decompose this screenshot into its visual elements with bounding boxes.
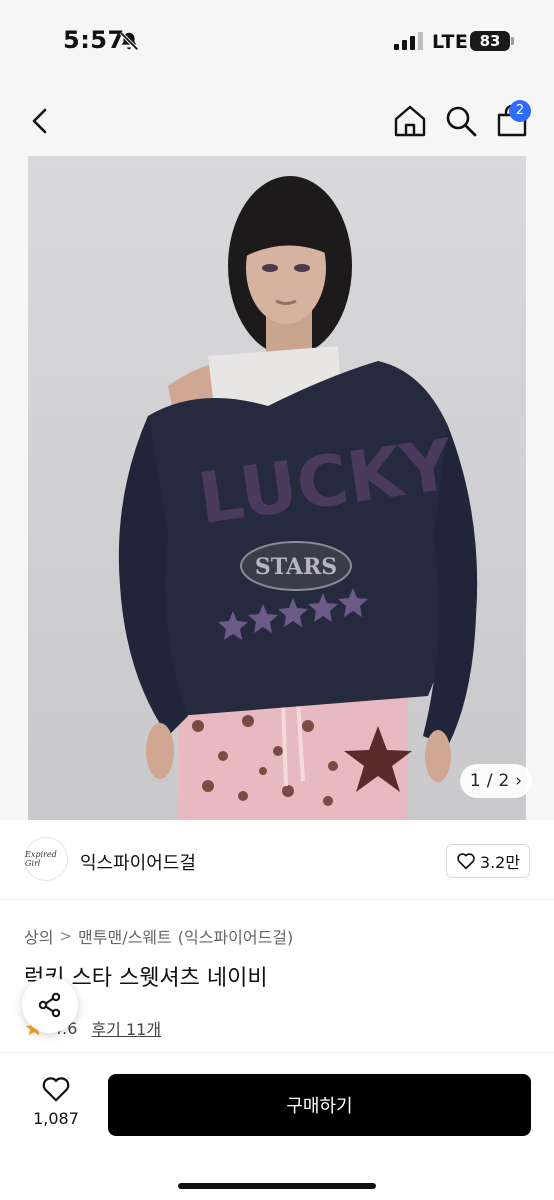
back-icon[interactable] — [26, 106, 54, 136]
chevron-right-icon: › — [515, 771, 523, 791]
network-type: LTE — [432, 31, 469, 53]
product-photo[interactable]: LUCKY STARS — [28, 156, 526, 820]
brand-row[interactable]: Expired Girl 익스파이어드걸 3.2만 — [0, 820, 554, 900]
chevron-right-icon: > — [59, 927, 73, 945]
brand-name[interactable]: 익스파이어드걸 — [80, 849, 196, 875]
brand-logo[interactable]: Expired Girl — [24, 837, 68, 881]
wishlist-count: 1,087 — [33, 1109, 79, 1128]
battery-tip — [511, 37, 514, 45]
breadcrumb-brand[interactable]: (익스파이어드걸) — [178, 924, 294, 948]
breadcrumb: 상의 > 맨투맨/스웨트 (익스파이어드걸) — [24, 924, 293, 948]
breadcrumb-category[interactable]: 상의 — [24, 924, 53, 948]
battery-level: 83 — [470, 31, 510, 51]
review-link[interactable]: 후기 11개 — [91, 1016, 161, 1040]
brand-like-button[interactable]: 3.2만 — [446, 844, 530, 878]
search-icon[interactable] — [444, 104, 478, 138]
breadcrumb-subcategory[interactable]: 맨투맨/스웨트 — [78, 924, 172, 948]
gallery-page-separator: / — [486, 771, 493, 791]
model-illustration: LUCKY STARS — [118, 176, 478, 820]
signal-icon — [394, 32, 423, 50]
share-button[interactable] — [22, 977, 78, 1033]
bottom-bar: 1,087 구매하기 — [0, 1052, 554, 1200]
brand-like-count: 3.2만 — [479, 853, 521, 872]
garment-print-patch: STARS — [255, 554, 337, 580]
status-bar: 5:57 LTE 83 — [0, 0, 554, 86]
heart-icon — [457, 853, 475, 870]
share-icon — [38, 992, 61, 1018]
nav-bar — [0, 86, 554, 156]
home-icon[interactable] — [392, 104, 428, 138]
status-time: 5:57 — [63, 26, 125, 54]
wishlist-button[interactable]: 1,087 — [20, 1075, 92, 1135]
home-indicator[interactable] — [178, 1183, 376, 1189]
bell-off-icon — [119, 31, 139, 51]
cart-count-badge: 2 — [509, 100, 531, 122]
buy-button[interactable]: 구매하기 — [108, 1074, 531, 1136]
brand-logo-text: Expired Girl — [25, 850, 57, 868]
gallery-page-indicator[interactable]: 1 / 2 › — [460, 764, 532, 798]
gallery-current-page: 1 — [469, 771, 481, 791]
gallery-total-pages: 2 — [498, 771, 510, 791]
product-gallery[interactable]: LUCKY STARS 1 / 2 › — [0, 156, 554, 820]
heart-icon — [42, 1077, 70, 1102]
